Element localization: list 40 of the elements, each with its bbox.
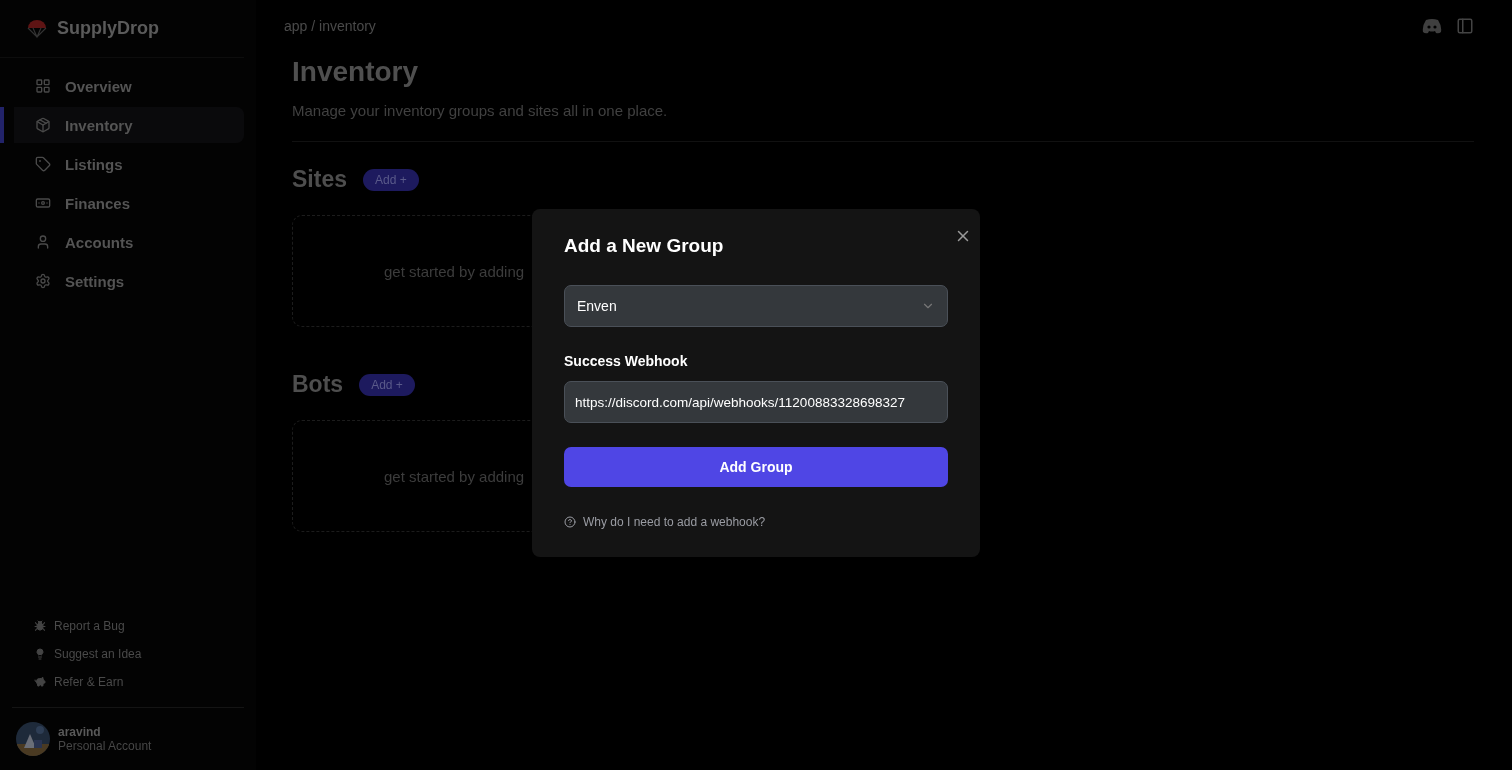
page-title: Inventory	[292, 56, 420, 88]
bug-icon	[34, 620, 46, 632]
help-link[interactable]: Why do I need to add a webhook?	[583, 515, 766, 529]
banknote-icon	[35, 195, 51, 211]
box-icon	[35, 117, 51, 133]
group-select[interactable]: Enven	[564, 285, 948, 327]
sidebar-item[interactable]: Listings	[0, 146, 244, 182]
sidebar-item[interactable]: Finances	[0, 185, 244, 221]
add-button[interactable]: Add +	[363, 168, 419, 191]
brand-name: SupplyDrop	[57, 18, 159, 39]
field-label: Success Webhook	[564, 353, 689, 369]
page-subtitle: Manage your inventory groups and sites all in one place.	[292, 102, 669, 119]
sidebar-item[interactable]: Accounts	[0, 224, 244, 260]
add-button[interactable]: Add +	[359, 373, 415, 396]
grid-icon	[35, 78, 51, 94]
section-title: Bots	[292, 371, 344, 398]
add-group-button[interactable]: Add Group	[564, 447, 948, 487]
tag-icon	[35, 156, 51, 172]
user-name: aravind	[58, 725, 102, 739]
webhook-field[interactable]: https://discord.com/api/webhooks/11200883328698327	[564, 381, 948, 423]
piggy-bank-icon	[34, 676, 46, 688]
help-icon	[564, 516, 576, 528]
empty-message: get started by adding	[384, 467, 525, 485]
chat-icon[interactable]	[1422, 18, 1442, 34]
footer-link[interactable]: Suggest an Idea	[34, 645, 244, 663]
sidebar-item[interactable]: Settings	[0, 263, 244, 299]
breadcrumb: app / inventory	[284, 18, 376, 34]
empty-message: get started by adding	[384, 262, 525, 280]
sidebar-item[interactable]: Inventory	[0, 107, 244, 143]
sidebar-toggle-icon[interactable]	[1456, 17, 1474, 35]
dialog-title: Add a New Group	[564, 235, 724, 257]
footer-link[interactable]: Report a Bug	[34, 617, 244, 635]
parachute-icon	[27, 18, 47, 39]
account-type: Personal Account	[58, 739, 152, 753]
footer-link[interactable]: Refer & Earn	[34, 673, 244, 691]
sidebar-item[interactable]: Overview	[0, 68, 244, 104]
user-icon	[35, 234, 51, 250]
settings-icon	[35, 273, 51, 289]
section-title: Sites	[292, 166, 347, 193]
lightbulb-icon	[34, 648, 46, 660]
